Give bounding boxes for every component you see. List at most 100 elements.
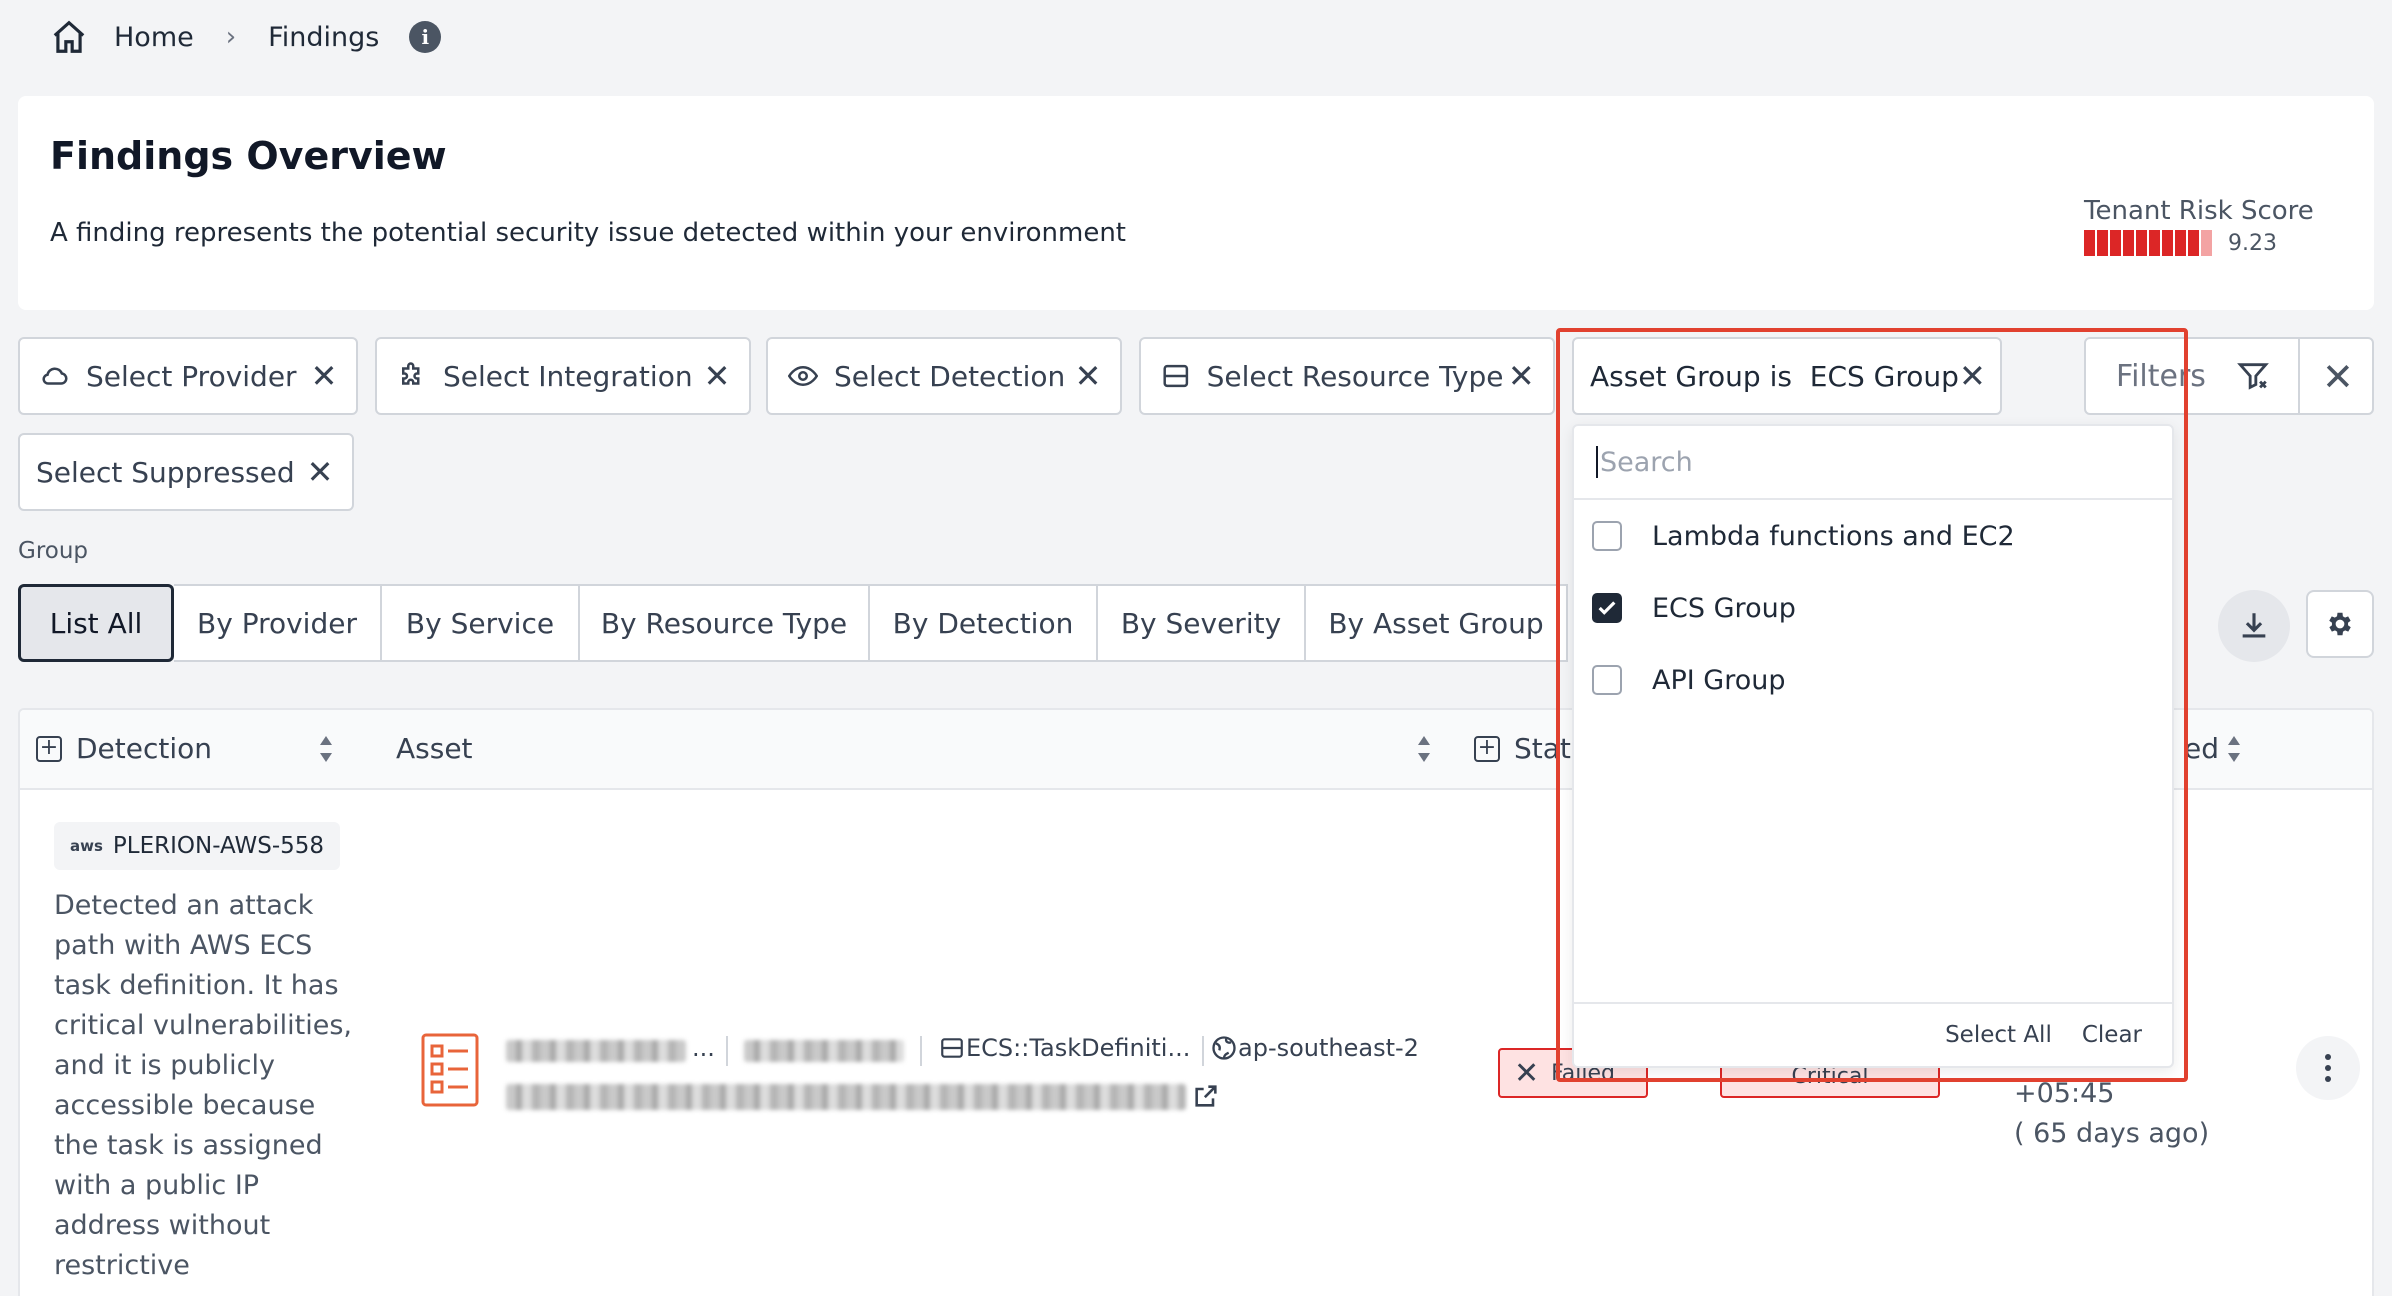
option-ecs-group[interactable]: ECS Group: [1574, 572, 2172, 644]
external-link-icon[interactable]: [1192, 1082, 1220, 1110]
tab-by-severity[interactable]: By Severity: [1098, 584, 1306, 662]
info-icon[interactable]: i: [409, 21, 442, 53]
last-observed-date: +05:45 ( 65 days ago): [2014, 1074, 2209, 1154]
column-asset[interactable]: Asset: [396, 732, 473, 765]
close-icon[interactable]: ✕: [699, 357, 735, 395]
column-detection[interactable]: + Detection: [36, 732, 212, 765]
close-icon[interactable]: ✕: [1504, 357, 1540, 395]
server-icon: [1163, 364, 1189, 388]
suppressed-filter[interactable]: Select Suppressed ✕: [18, 433, 354, 511]
close-icon[interactable]: ✕: [1959, 357, 1986, 395]
divider: [2298, 339, 2300, 413]
resource-type-text: ECS::TaskDefiniti...: [966, 1034, 1191, 1062]
search-input[interactable]: Search: [1574, 426, 2172, 500]
asset-name-ellipsis: ...: [692, 1034, 715, 1062]
gear-icon: [2329, 612, 2351, 636]
close-icon[interactable]: ✕: [2322, 355, 2354, 399]
eye-icon: [788, 365, 818, 387]
risk-score-segment: [2162, 230, 2173, 256]
option-label: Lambda functions and EC2: [1652, 520, 2015, 552]
clear-button[interactable]: Clear: [2082, 1022, 2142, 1048]
breadcrumb-home-link[interactable]: Home: [114, 22, 194, 53]
settings-button[interactable]: [2306, 590, 2374, 658]
date-time: +05:45: [2014, 1078, 2115, 1109]
close-icon[interactable]: ✕: [306, 357, 342, 395]
option-api-group[interactable]: API Group: [1574, 644, 2172, 716]
tab-by-detection[interactable]: By Detection: [870, 584, 1098, 662]
detection-id-badge[interactable]: aws PLERION-AWS-558: [54, 822, 341, 870]
sort-icon[interactable]: [1416, 734, 1432, 764]
risk-score-segment: [2136, 230, 2147, 256]
chevron-right-icon: ›: [225, 22, 237, 52]
divider: [920, 1036, 922, 1066]
checkbox-checked[interactable]: [1592, 593, 1622, 623]
suppressed-filter-label: Select Suppressed: [36, 455, 295, 489]
filters-label: Filters: [2116, 358, 2206, 394]
tab-by-resource-type[interactable]: By Resource Type: [580, 584, 870, 662]
expand-icon[interactable]: +: [1474, 735, 1500, 762]
server-icon: [941, 1038, 963, 1058]
risk-score-segment: [2201, 230, 2212, 256]
group-label: Group: [18, 538, 89, 564]
list-icon: [421, 1033, 479, 1107]
download-button[interactable]: [2218, 590, 2290, 662]
asset-name-redacted: [506, 1040, 686, 1062]
breadcrumb-current: Findings: [268, 21, 380, 53]
breadcrumb: Home › Findings i: [50, 14, 442, 60]
risk-score-value: 9.23: [2228, 230, 2277, 256]
download-icon: [2242, 613, 2266, 638]
detection-filter-label: Select Detection: [834, 359, 1066, 393]
resource-type-filter[interactable]: Select Resource Type ✕: [1139, 337, 1555, 415]
resource-type-filter-label: Select Resource Type: [1206, 359, 1504, 393]
select-all-button[interactable]: Select All: [1945, 1022, 2052, 1048]
cloud-icon: [42, 367, 68, 385]
asset-group-filter[interactable]: Asset Group is ECS Group ✕: [1572, 337, 2002, 415]
close-icon[interactable]: ✕: [302, 453, 338, 491]
column-last-observed-label: ed: [2184, 732, 2219, 765]
integration-filter[interactable]: Select Integration ✕: [375, 337, 751, 415]
region-text: ap-southeast-2: [1238, 1034, 1419, 1062]
detection-id: PLERION-AWS-558: [112, 833, 325, 859]
kebab-icon[interactable]: [2296, 1036, 2360, 1100]
findings-overview-card: Findings Overview A finding represents t…: [18, 96, 2374, 310]
home-icon[interactable]: [50, 18, 88, 56]
option-label: ECS Group: [1652, 592, 1796, 624]
asset-resource-type: ECS::TaskDefiniti...: [938, 1034, 1190, 1062]
integration-filter-label: Select Integration: [443, 359, 693, 393]
column-detection-label: Detection: [76, 732, 213, 765]
asset-account-redacted: [744, 1040, 904, 1062]
option-label: API Group: [1652, 664, 1786, 696]
provider-filter[interactable]: Select Provider ✕: [18, 337, 358, 415]
risk-score-segment: [2175, 230, 2186, 256]
risk-score-segment: [2110, 230, 2121, 256]
asset-group-dropdown: Search Lambda functions and EC2 ECS Grou…: [1572, 424, 2174, 1068]
aws-logo-icon: aws: [70, 837, 103, 855]
sort-icon[interactable]: [318, 734, 334, 764]
asset-region: ap-southeast-2: [1210, 1034, 1419, 1062]
tab-by-asset-group[interactable]: By Asset Group: [1306, 584, 1568, 662]
option-lambda-functions-and-ec2[interactable]: Lambda functions and EC2: [1574, 500, 2172, 572]
filters-button[interactable]: Filters ✕: [2084, 337, 2374, 415]
text-caret: [1596, 446, 1598, 478]
expand-icon[interactable]: +: [36, 735, 62, 762]
risk-score-segment: [2188, 230, 2199, 256]
risk-score-label: Tenant Risk Score: [2084, 196, 2314, 226]
risk-score-segment: [2097, 230, 2108, 256]
close-icon: ✕: [1514, 1055, 1540, 1091]
dropdown-footer: Select All Clear: [1574, 1002, 2172, 1066]
tab-by-provider[interactable]: By Provider: [174, 584, 382, 662]
checkbox[interactable]: [1592, 665, 1622, 695]
column-last-observed[interactable]: ed: [2184, 732, 2219, 765]
checkbox[interactable]: [1592, 521, 1622, 551]
detection-filter[interactable]: Select Detection ✕: [766, 337, 1122, 415]
tab-by-service[interactable]: By Service: [382, 584, 580, 662]
globe-icon: [1212, 1036, 1236, 1060]
asset-arn-redacted: [506, 1084, 1186, 1110]
filter-icon[interactable]: [2236, 359, 2270, 393]
column-asset-label: Asset: [396, 732, 473, 765]
close-icon[interactable]: ✕: [1070, 357, 1106, 395]
page-description: A finding represents the potential secur…: [50, 218, 1127, 248]
sort-icon[interactable]: [2226, 734, 2242, 764]
asset-group-filter-label: Asset Group is ECS Group: [1590, 359, 1959, 393]
tab-list-all[interactable]: List All: [18, 584, 174, 662]
